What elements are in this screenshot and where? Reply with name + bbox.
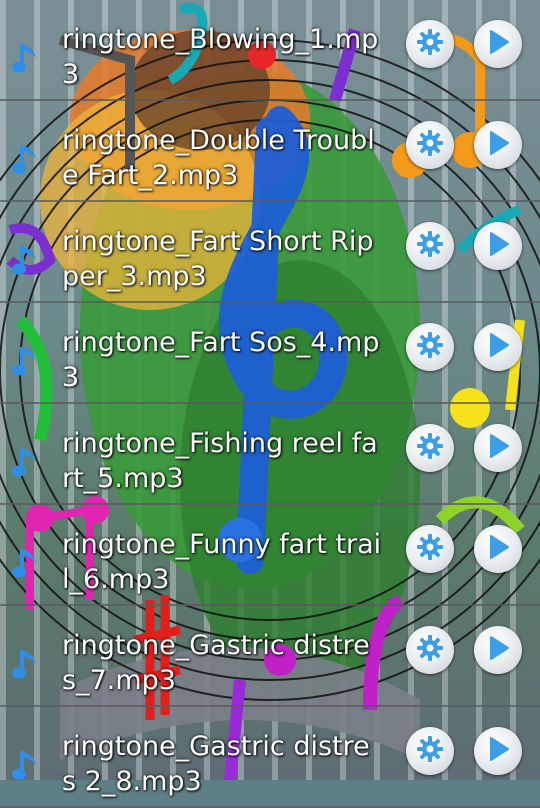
play-button[interactable]	[474, 424, 522, 472]
ringtone-row[interactable]: ringtone_Fart Short Ripper_3.mp3	[0, 202, 540, 303]
music-note-icon	[12, 40, 40, 76]
gear-icon	[416, 230, 444, 262]
ringtone-row[interactable]: ringtone_Fart Sos_4.mp3	[0, 303, 540, 404]
settings-button[interactable]	[406, 626, 454, 674]
play-icon	[486, 231, 510, 261]
gear-icon	[416, 533, 444, 565]
ringtone-row[interactable]: ringtone_Double Trouble Fart_2.mp3	[0, 101, 540, 202]
music-note-icon	[12, 545, 40, 581]
ringtone-title: ringtone_Gastric distres 2_8.mp3	[62, 731, 370, 797]
music-note-icon	[12, 444, 40, 480]
ringtone-title: ringtone_Double Trouble Fart_2.mp3	[62, 125, 375, 191]
play-button[interactable]	[474, 626, 522, 674]
gear-icon	[416, 28, 444, 60]
play-button[interactable]	[474, 222, 522, 270]
ringtone-row[interactable]: ringtone_Gastric distres 2_8.mp3	[0, 707, 540, 808]
ringtone-title: ringtone_Fishing reel fart_5.mp3	[62, 428, 378, 494]
music-note-icon	[12, 242, 40, 278]
gear-icon	[416, 331, 444, 363]
ringtone-row[interactable]: ringtone_Gastric distres_7.mp3	[0, 606, 540, 707]
settings-button[interactable]	[406, 525, 454, 573]
play-icon	[486, 332, 510, 362]
gear-icon	[416, 432, 444, 464]
settings-button[interactable]	[406, 323, 454, 371]
play-button[interactable]	[474, 20, 522, 68]
ringtone-row[interactable]: ringtone_Funny fart trail_6.mp3	[0, 505, 540, 606]
play-button[interactable]	[474, 323, 522, 371]
ringtone-title: ringtone_Gastric distres_7.mp3	[62, 630, 370, 696]
play-icon	[486, 433, 510, 463]
play-icon	[486, 635, 510, 665]
gear-icon	[416, 129, 444, 161]
play-icon	[486, 736, 510, 766]
ringtone-row[interactable]: ringtone_Fishing reel fart_5.mp3	[0, 404, 540, 505]
play-icon	[486, 534, 510, 564]
settings-button[interactable]	[406, 20, 454, 68]
play-button[interactable]	[474, 121, 522, 169]
gear-icon	[416, 735, 444, 767]
music-note-icon	[12, 141, 40, 177]
play-icon	[486, 29, 510, 59]
play-icon	[486, 130, 510, 160]
ringtone-list: ringtone_Blowing_1.mp3 ringtone_Double T…	[0, 0, 540, 808]
music-note-icon	[12, 646, 40, 682]
music-note-icon	[12, 343, 40, 379]
ringtone-title: ringtone_Funny fart trail_6.mp3	[62, 529, 382, 595]
gear-icon	[416, 634, 444, 666]
play-button[interactable]	[474, 525, 522, 573]
settings-button[interactable]	[406, 222, 454, 270]
ringtone-title: ringtone_Blowing_1.mp3	[62, 24, 379, 90]
settings-button[interactable]	[406, 727, 454, 775]
play-button[interactable]	[474, 727, 522, 775]
ringtone-title: ringtone_Fart Sos_4.mp3	[62, 327, 380, 393]
ringtone-row[interactable]: ringtone_Blowing_1.mp3	[0, 0, 540, 101]
settings-button[interactable]	[406, 424, 454, 472]
settings-button[interactable]	[406, 121, 454, 169]
ringtone-title: ringtone_Fart Short Ripper_3.mp3	[62, 226, 374, 292]
music-note-icon	[12, 747, 40, 783]
